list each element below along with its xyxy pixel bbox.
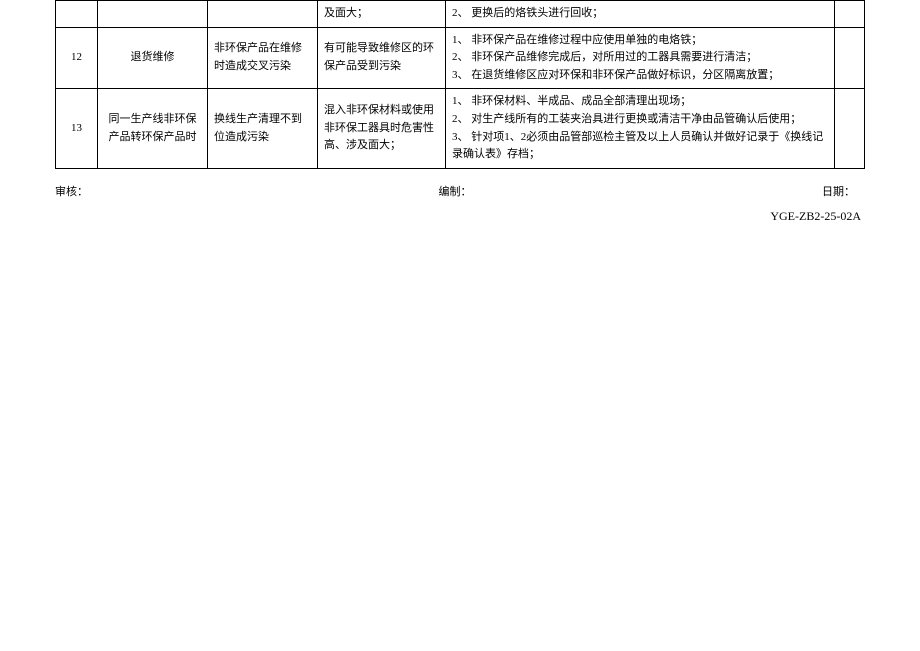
cell-cause xyxy=(208,1,318,28)
cell-num: 12 xyxy=(56,27,98,89)
measure-line: 2、 非环保产品维修完成后，对所用过的工器具需要进行清洁； xyxy=(452,49,828,67)
document-page: 及面大； 2、 更换后的烙铁头进行回收； 12 退货维修 非环保产品在维修时造成… xyxy=(0,0,920,224)
table-row: 12 退货维修 非环保产品在维修时造成交叉污染 有可能导致维修区的环保产品受到污… xyxy=(56,27,865,89)
measure-line: 1、 非环保材料、半成品、成品全部清理出现场； xyxy=(452,93,828,111)
cell-measures: 1、 非环保材料、半成品、成品全部清理出现场； 2、 对生产线所有的工装夹治具进… xyxy=(446,89,835,168)
cell-risk: 及面大； xyxy=(318,1,446,28)
cell-risk: 混入非环保材料或使用非环保工器具时危害性高、涉及面大； xyxy=(318,89,446,168)
cell-end xyxy=(835,89,865,168)
cell-num: 13 xyxy=(56,89,98,168)
table-row: 13 同一生产线非环保产品转环保产品时 换线生产清理不到位造成污染 混入非环保材… xyxy=(56,89,865,168)
measure-line: 1、 非环保产品在维修过程中应使用单独的电烙铁； xyxy=(452,32,828,50)
audit-label: 审核： xyxy=(55,183,88,199)
cell-cause: 非环保产品在维修时造成交叉污染 xyxy=(208,27,318,89)
cell-proc: 同一生产线非环保产品转环保产品时 xyxy=(98,89,208,168)
footer-row: 审核： 编制： 日期： xyxy=(55,183,865,199)
measure-line: 2、 对生产线所有的工装夹治具进行更换或清洁干净由品管确认后使用； xyxy=(452,111,828,129)
cell-cause: 换线生产清理不到位造成污染 xyxy=(208,89,318,168)
cell-measures: 2、 更换后的烙铁头进行回收； xyxy=(446,1,835,28)
cell-num xyxy=(56,1,98,28)
cell-measures: 1、 非环保产品在维修过程中应使用单独的电烙铁； 2、 非环保产品维修完成后，对… xyxy=(446,27,835,89)
cell-end xyxy=(835,1,865,28)
measure-line: 3、 在退货维修区应对环保和非环保产品做好标识，分区隔离放置； xyxy=(452,67,828,85)
measure-line: 3、 针对项1、2必须由品管部巡检主管及以上人员确认并做好记录于《换线记录确认表… xyxy=(452,129,828,164)
document-code: YGE-ZB2-25-02A xyxy=(55,209,865,224)
cell-proc: 退货维修 xyxy=(98,27,208,89)
table-row: 及面大； 2、 更换后的烙铁头进行回收； xyxy=(56,1,865,28)
cell-end xyxy=(835,27,865,89)
cell-risk: 有可能导致维修区的环保产品受到污染 xyxy=(318,27,446,89)
compiled-label: 编制： xyxy=(439,183,472,199)
main-table: 及面大； 2、 更换后的烙铁头进行回收； 12 退货维修 非环保产品在维修时造成… xyxy=(55,0,865,169)
cell-proc xyxy=(98,1,208,28)
date-label: 日期： xyxy=(822,183,855,199)
